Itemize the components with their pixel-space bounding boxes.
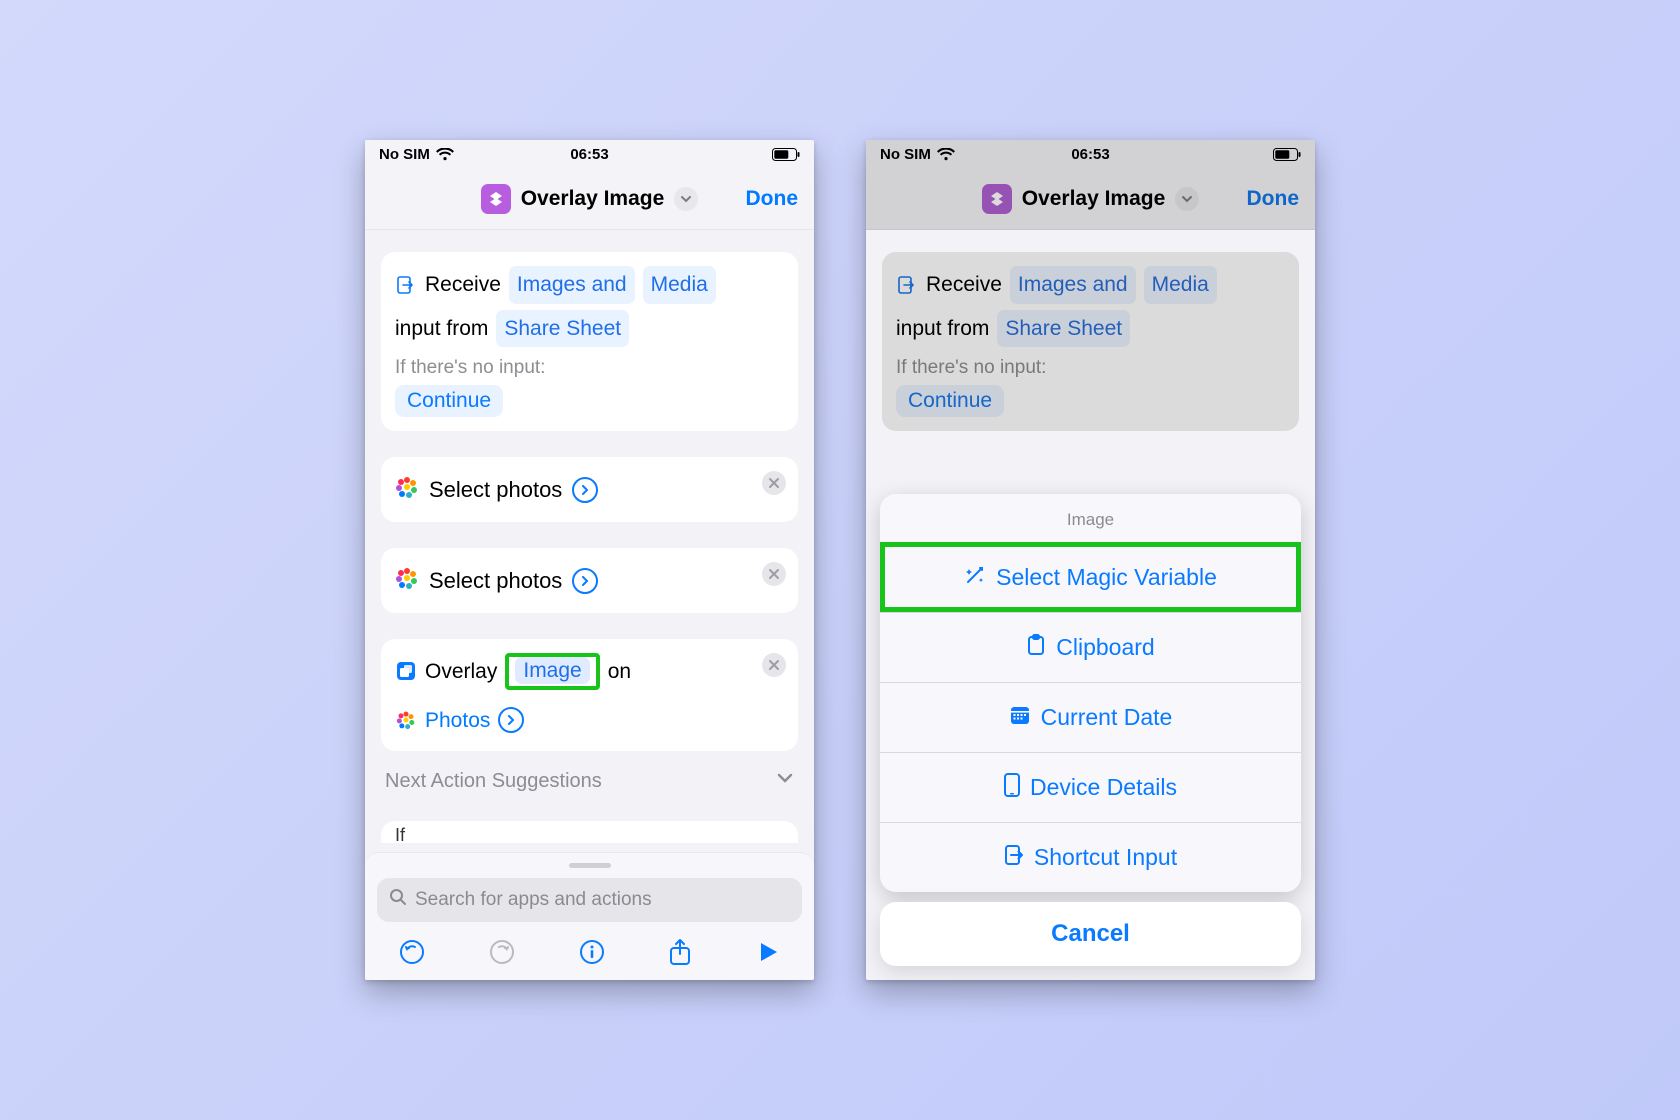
title-chevron[interactable] xyxy=(674,187,698,211)
select-photos-action-2[interactable]: Select photos xyxy=(381,548,798,613)
image-variable-pill[interactable]: Image xyxy=(515,657,589,684)
input-type-pill-2[interactable]: Media xyxy=(643,266,716,304)
nav-bar: Overlay Image Done xyxy=(866,168,1315,230)
shortcut-icon xyxy=(982,184,1012,214)
done-button[interactable]: Done xyxy=(1247,187,1300,211)
title-chevron[interactable] xyxy=(1175,187,1199,211)
remove-action-icon[interactable] xyxy=(762,562,786,586)
receive-action-card[interactable]: Receive Images and Media input from Shar… xyxy=(381,252,798,431)
highlight-image-param[interactable]: Image xyxy=(505,653,599,689)
menu-item-clipboard[interactable]: Clipboard xyxy=(880,612,1301,682)
menu-item-current-date[interactable]: Current Date xyxy=(880,682,1301,752)
wifi-icon xyxy=(436,148,454,161)
info-button[interactable] xyxy=(579,939,605,965)
calendar-icon xyxy=(1009,704,1031,732)
cancel-label: Cancel xyxy=(1051,920,1130,948)
photos-icon xyxy=(395,709,417,731)
photos-icon xyxy=(395,566,419,595)
variable-picker-sheet: Image Select Magic Variable Clipboard xyxy=(880,494,1301,966)
editor-content: Receive Images and Media input from Shar… xyxy=(365,230,814,852)
carrier: No SIM xyxy=(880,146,931,163)
remove-action-icon[interactable] xyxy=(762,471,786,495)
wand-icon xyxy=(964,564,986,592)
chevron-down-icon xyxy=(776,769,794,793)
overlay-icon xyxy=(395,660,417,682)
search-icon xyxy=(389,888,407,912)
overlay-action-card[interactable]: Overlay Image on Photos xyxy=(381,639,798,751)
battery-icon xyxy=(1273,148,1301,161)
search-input[interactable]: Search for apps and actions xyxy=(377,878,802,922)
menu-item-label: Clipboard xyxy=(1056,634,1154,661)
toolbar xyxy=(377,922,802,980)
input-type-pill-2: Media xyxy=(1144,266,1217,304)
menu-item-label: Current Date xyxy=(1041,704,1173,731)
grabber[interactable] xyxy=(569,863,611,868)
search-placeholder: Search for apps and actions xyxy=(415,889,652,911)
wifi-icon xyxy=(937,148,955,161)
next-action-suggestions[interactable]: Next Action Suggestions xyxy=(381,767,798,795)
clock: 06:53 xyxy=(570,146,608,163)
text: Overlay xyxy=(425,655,497,689)
text: input from xyxy=(395,312,488,346)
text: input from xyxy=(896,312,989,346)
photos-icon xyxy=(395,475,419,504)
action-label: Select photos xyxy=(429,477,562,503)
menu-item-label: Select Magic Variable xyxy=(996,564,1217,591)
clock: 06:53 xyxy=(1071,146,1109,163)
shortcut-icon xyxy=(481,184,511,214)
text: Receive xyxy=(926,268,1002,302)
input-icon xyxy=(395,274,417,296)
menu-header: Image xyxy=(880,494,1301,542)
input-source-pill: Share Sheet xyxy=(997,310,1130,348)
battery-icon xyxy=(772,148,800,161)
no-input-label: If there's no input: xyxy=(395,357,784,379)
continue-pill: Continue xyxy=(896,385,1004,417)
input-type-pill[interactable]: Images and xyxy=(509,266,635,304)
suggestion-peek[interactable]: If xyxy=(381,821,798,843)
screenshot-right: No SIM 06:53 Overlay Image xyxy=(866,140,1315,980)
menu-item-label: Shortcut Input xyxy=(1034,844,1177,871)
input-icon xyxy=(896,274,918,296)
input-type-pill: Images and xyxy=(1010,266,1136,304)
share-button[interactable] xyxy=(668,938,692,966)
bottom-sheet: Search for apps and actions xyxy=(365,852,814,980)
carrier: No SIM xyxy=(379,146,430,163)
run-button[interactable] xyxy=(756,940,780,964)
photos-variable[interactable]: Photos xyxy=(425,704,490,738)
suggestions-label: Next Action Suggestions xyxy=(385,770,602,793)
menu-item-magic-variable[interactable]: Select Magic Variable xyxy=(880,542,1301,612)
input-icon xyxy=(1004,844,1024,872)
done-button[interactable]: Done xyxy=(746,187,799,211)
disclose-icon[interactable] xyxy=(572,568,598,594)
screenshot-left: No SIM 06:53 Overlay Image xyxy=(365,140,814,980)
nav-bar: Overlay Image Done xyxy=(365,168,814,230)
text: Receive xyxy=(425,268,501,302)
input-source-pill[interactable]: Share Sheet xyxy=(496,310,629,348)
no-input-label: If there's no input: xyxy=(896,357,1285,379)
action-label: Select photos xyxy=(429,568,562,594)
disclose-icon[interactable] xyxy=(572,477,598,503)
menu-item-shortcut-input[interactable]: Shortcut Input xyxy=(880,822,1301,892)
select-photos-action-1[interactable]: Select photos xyxy=(381,457,798,522)
redo-button[interactable] xyxy=(489,939,515,965)
disclose-icon[interactable] xyxy=(498,707,524,733)
undo-button[interactable] xyxy=(399,939,425,965)
status-bar: No SIM 06:53 xyxy=(365,140,814,168)
cancel-button[interactable]: Cancel xyxy=(880,902,1301,966)
remove-action-icon[interactable] xyxy=(762,653,786,677)
clipboard-icon xyxy=(1026,634,1046,662)
device-icon xyxy=(1004,773,1020,803)
continue-pill[interactable]: Continue xyxy=(395,385,503,417)
page-title: Overlay Image xyxy=(521,187,665,211)
text: on xyxy=(608,655,631,689)
page-title: Overlay Image xyxy=(1022,187,1166,211)
menu-item-device-details[interactable]: Device Details xyxy=(880,752,1301,822)
menu-item-label: Device Details xyxy=(1030,774,1177,801)
receive-action-card: Receive Images and Media input from Shar… xyxy=(882,252,1299,431)
status-bar: No SIM 06:53 xyxy=(866,140,1315,168)
variable-menu: Image Select Magic Variable Clipboard xyxy=(880,494,1301,892)
